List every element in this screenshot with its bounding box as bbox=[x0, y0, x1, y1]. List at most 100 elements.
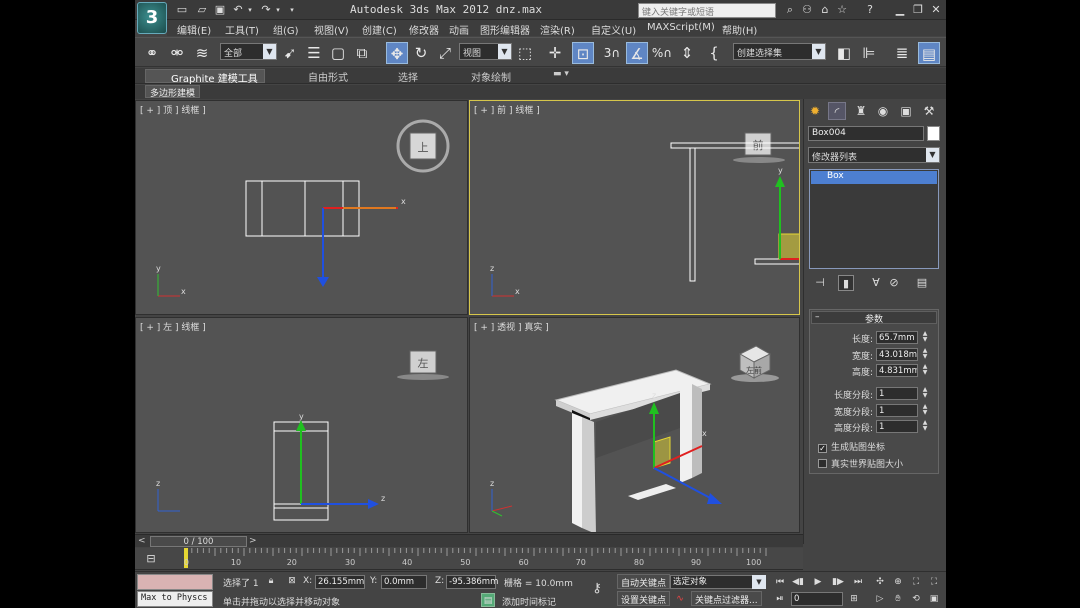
height-field[interactable]: 4.831mm bbox=[876, 364, 918, 377]
infocenter-icon[interactable]: ⚇ bbox=[800, 3, 814, 17]
hierarchy-tab-icon[interactable]: ♜ bbox=[852, 102, 870, 120]
percent-snap-icon[interactable]: %∩ bbox=[651, 42, 673, 64]
save-icon[interactable]: ▣ bbox=[213, 3, 227, 17]
x-coord-field[interactable]: 26.155mm bbox=[315, 575, 365, 589]
menu-tools[interactable]: 工具(T) bbox=[225, 22, 259, 37]
maxscript-listener-input[interactable] bbox=[137, 574, 213, 590]
subtab-polygon-modeling[interactable]: 多边形建模 bbox=[145, 85, 201, 99]
utilities-tab-icon[interactable]: ⚒ bbox=[920, 102, 938, 120]
viewport-top[interactable]: [ + ] 顶 ] 线框 ] 上 x y x bbox=[135, 100, 468, 315]
create-tab-icon[interactable]: ✹ bbox=[806, 102, 824, 120]
select-rotate-icon[interactable]: ↻ bbox=[410, 42, 432, 64]
named-selection-dropdown[interactable]: 创建选择集 ▼ bbox=[733, 43, 826, 60]
time-slider-next-icon[interactable]: > bbox=[249, 536, 259, 546]
viewport-perspective[interactable]: [ + ] 透视 ] 真实 ] 左前 x z z bbox=[469, 317, 800, 533]
rect-selection-icon[interactable]: ▢ bbox=[327, 42, 349, 64]
timeline-ruler[interactable]: 0 10 20 30 40 50 60 70 80 90 100 bbox=[174, 548, 794, 570]
spinner-icon[interactable]: ▲ ▼ bbox=[921, 348, 929, 361]
star-icon[interactable]: ☆ bbox=[835, 3, 849, 17]
time-slider[interactable]: < 0 / 100 > bbox=[135, 534, 803, 547]
lock-icon[interactable]: 🔒︎ bbox=[264, 574, 278, 588]
set-key-button[interactable]: 设置关键点 bbox=[617, 591, 671, 606]
goto-start-icon[interactable]: ⏮︎ bbox=[773, 575, 787, 589]
layer-manager-icon[interactable]: ≣ bbox=[891, 42, 913, 64]
auto-key-button[interactable]: 自动关键点 bbox=[617, 574, 671, 589]
add-time-tag[interactable]: 添加时间标记 bbox=[502, 595, 556, 608]
keyboard-shortcut-override-icon[interactable]: ⊡ bbox=[572, 42, 594, 64]
motion-tab-icon[interactable]: ◉ bbox=[874, 102, 892, 120]
help-icon[interactable]: ? bbox=[863, 3, 877, 17]
key-filters-button[interactable]: 关键点过滤器... bbox=[691, 591, 762, 606]
spinner-icon[interactable]: ▲ ▼ bbox=[921, 331, 929, 344]
menu-help[interactable]: 帮助(H) bbox=[722, 22, 757, 37]
play-icon[interactable]: ▶ bbox=[811, 575, 825, 589]
zoom-all-icon[interactable]: ⊕ bbox=[891, 575, 905, 589]
maxscript-mini-listener[interactable]: Max to Physcs ( bbox=[137, 591, 213, 607]
track-bar[interactable]: ⊟ 0 10 20 30 40 50 60 70 80 90 100 bbox=[135, 548, 803, 570]
tab-graphite-modeling[interactable]: Graphite 建模工具 bbox=[145, 69, 265, 85]
current-frame-field[interactable]: 0 bbox=[791, 592, 843, 606]
display-tab-icon[interactable]: ▣ bbox=[897, 102, 915, 120]
make-unique-icon[interactable]: ∀ bbox=[868, 275, 884, 291]
select-manipulate-icon[interactable]: ✛ bbox=[544, 42, 566, 64]
width-segs-field[interactable]: 1 bbox=[876, 404, 918, 417]
key-icon[interactable]: ⚷ bbox=[590, 582, 604, 596]
pin-stack-icon[interactable]: ⊣ bbox=[812, 275, 828, 291]
modifier-list-dropdown[interactable]: 修改器列表 ▼ bbox=[808, 147, 940, 163]
maximize-viewport-icon[interactable]: ▣ bbox=[927, 592, 941, 606]
app-logo[interactable]: 3 bbox=[137, 2, 167, 34]
time-slider-thumb[interactable]: 0 / 100 bbox=[150, 536, 247, 547]
viewport-front[interactable]: [ + ] 前 ] 线框 ] 前 y z x bbox=[469, 100, 800, 315]
menu-maxscript[interactable]: MAXScript(M) bbox=[647, 22, 715, 33]
angle-snap-icon[interactable]: ∡ bbox=[626, 42, 648, 64]
menu-graph-editors[interactable]: 图形编辑器 bbox=[480, 22, 530, 37]
zoom-extents-all-icon[interactable]: ⛶ bbox=[927, 575, 941, 589]
stack-item-box[interactable]: Box bbox=[811, 171, 937, 184]
spinner-snap-icon[interactable]: ⇕ bbox=[676, 42, 698, 64]
new-icon[interactable]: ▭ bbox=[175, 3, 189, 17]
pan-icon[interactable]: ✋︎ bbox=[891, 592, 905, 606]
restore-icon[interactable]: ❐ bbox=[911, 3, 925, 17]
spinner-icon[interactable]: ▲ ▼ bbox=[921, 387, 929, 400]
pivot-center-icon[interactable]: ⬚ bbox=[514, 42, 536, 64]
menu-modifiers[interactable]: 修改器 bbox=[409, 22, 439, 37]
search-input[interactable]: 键入关键字或短语 bbox=[638, 3, 776, 18]
gizmo-plane-handle[interactable] bbox=[778, 233, 800, 260]
undo-dropdown-icon[interactable]: ▾ bbox=[243, 3, 257, 17]
redo-dropdown-icon[interactable]: ▾ bbox=[271, 3, 285, 17]
snap-toggle-icon[interactable]: 3∩ bbox=[601, 42, 623, 64]
open-icon[interactable]: ▱ bbox=[195, 3, 209, 17]
spinner-icon[interactable]: ▲ ▼ bbox=[921, 420, 929, 433]
zoom-icon[interactable]: ✣ bbox=[873, 575, 887, 589]
menu-group[interactable]: 组(G) bbox=[273, 22, 299, 37]
absolute-mode-icon[interactable]: ⊠ bbox=[285, 574, 299, 588]
mini-curve-editor-icon[interactable]: ⊟ bbox=[143, 551, 159, 567]
menu-create[interactable]: 创建(C) bbox=[362, 22, 397, 37]
modify-tab-icon[interactable]: ◜ bbox=[828, 102, 846, 120]
object-name-field[interactable]: Box004 bbox=[808, 126, 924, 141]
mirror-icon[interactable]: ◧ bbox=[833, 42, 855, 64]
menu-customize[interactable]: 自定义(U) bbox=[591, 22, 636, 37]
spinner-icon[interactable]: ▲ ▼ bbox=[921, 364, 929, 377]
minimize-icon[interactable]: ▁ bbox=[893, 3, 907, 17]
link-icon[interactable]: ⚭ bbox=[141, 42, 163, 64]
time-config-icon[interactable]: ⊞ bbox=[847, 592, 861, 606]
length-segs-field[interactable]: 1 bbox=[876, 387, 918, 400]
edit-named-selection-icon[interactable]: { } bbox=[703, 42, 725, 84]
select-scale-icon[interactable]: ⤢ bbox=[434, 42, 456, 64]
orbit-icon[interactable]: ⟲ bbox=[909, 592, 923, 606]
show-end-result-icon[interactable]: ▮ bbox=[838, 275, 854, 291]
height-segs-field[interactable]: 1 bbox=[876, 420, 918, 433]
length-field[interactable]: 65.7mm bbox=[876, 331, 918, 344]
z-coord-field[interactable]: -95.386mm bbox=[446, 575, 498, 589]
width-field[interactable]: 43.018mm bbox=[876, 348, 918, 361]
tab-freeform[interactable]: 自由形式 bbox=[308, 69, 348, 84]
tab-selection[interactable]: 选择 bbox=[398, 69, 418, 84]
window-crossing-icon[interactable]: ⧉ bbox=[351, 42, 373, 64]
time-slider-prev-icon[interactable]: < bbox=[138, 536, 148, 546]
menu-rendering[interactable]: 渲染(R) bbox=[540, 22, 575, 37]
tab-object-paint[interactable]: 对象绘制 bbox=[471, 69, 511, 84]
parameters-rollout-header[interactable]: – 参数 bbox=[811, 311, 937, 325]
time-tag-icon[interactable]: ▤ bbox=[481, 593, 495, 607]
spinner-icon[interactable]: ▲ ▼ bbox=[921, 404, 929, 417]
